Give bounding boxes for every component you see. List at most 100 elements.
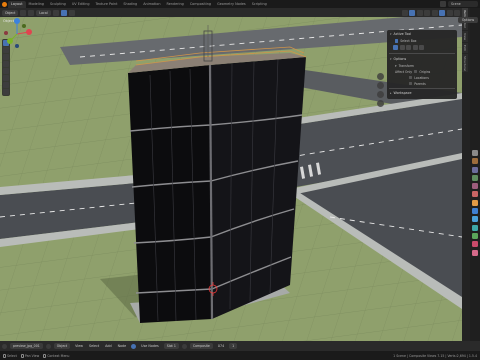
- material-properties-icon[interactable]: [472, 241, 478, 248]
- proportional-edit-icon[interactable]: [68, 9, 75, 16]
- xray-icon[interactable]: [424, 9, 430, 16]
- menu-select[interactable]: Select: [87, 344, 101, 348]
- grid-view-icon[interactable]: [377, 100, 384, 107]
- origins-checkbox[interactable]: [414, 69, 418, 74]
- collapse-arrow-icon: ▸: [390, 91, 392, 95]
- physics-icon[interactable]: [472, 224, 478, 231]
- shading-wireframe-icon[interactable]: [431, 9, 438, 16]
- shading-material-icon[interactable]: [446, 9, 453, 16]
- snap-icon[interactable]: [60, 9, 67, 16]
- parents-checkbox[interactable]: [409, 81, 413, 86]
- expand-arrow-icon: ▾: [390, 32, 392, 36]
- tab-sculpting[interactable]: Sculpting: [47, 1, 69, 8]
- menu-add[interactable]: Add: [103, 344, 113, 348]
- measure-tool-icon[interactable]: [3, 89, 9, 95]
- view-menu-icon[interactable]: [20, 9, 27, 16]
- object-properties-icon[interactable]: [472, 199, 478, 206]
- gizmo-toggle-icon[interactable]: [409, 9, 415, 16]
- select-box-icon: [395, 39, 399, 43]
- options-header[interactable]: ▾ Options: [387, 55, 457, 63]
- origins-label: Origins: [419, 69, 431, 74]
- active-tool-header[interactable]: ▾ Active Tool: [387, 30, 457, 38]
- affect-parents-row[interactable]: Parents: [387, 81, 457, 87]
- workspace-header[interactable]: ▸ Workspace: [387, 89, 457, 97]
- view-layer-icon[interactable]: [472, 174, 478, 181]
- options-button[interactable]: Options: [458, 17, 478, 23]
- mode-extend-icon[interactable]: [399, 45, 405, 50]
- pivot-icon[interactable]: [52, 9, 59, 16]
- world-properties-icon[interactable]: [472, 191, 478, 198]
- image-name[interactable]: preview_jpg_001: [10, 343, 43, 349]
- shading-rendered-icon[interactable]: [454, 9, 460, 16]
- visibility-icon[interactable]: [401, 9, 408, 16]
- workspace-title: Workspace: [393, 91, 412, 95]
- mode-invert-icon[interactable]: [412, 45, 418, 50]
- tab-texture-paint[interactable]: Texture Paint: [93, 1, 121, 8]
- scene-selector[interactable]: Scene: [448, 1, 478, 7]
- expand-arrow-icon: ▾: [395, 63, 397, 68]
- shield-icon[interactable]: [45, 343, 51, 349]
- status-hint-label: Pan View: [24, 353, 40, 358]
- frame-field[interactable]: 1: [229, 343, 238, 349]
- sidebar-tabs: Item Tool View Edit Structural: [462, 8, 470, 341]
- particles-icon[interactable]: [472, 216, 478, 223]
- use-nodes-checkbox[interactable]: [131, 343, 137, 349]
- tab-geometry-nodes[interactable]: Geometry Nodes: [214, 1, 249, 8]
- blender-logo-icon[interactable]: [0, 0, 8, 8]
- navigation-gizmo[interactable]: [0, 17, 34, 51]
- view-layer-icon[interactable]: [181, 343, 187, 349]
- zoom-icon[interactable]: [377, 73, 384, 80]
- gizmo-y-icon: [7, 38, 13, 44]
- render-properties-icon[interactable]: [472, 158, 478, 165]
- selection-mode-icons: [387, 44, 457, 52]
- scene-properties-icon[interactable]: [472, 183, 478, 190]
- mode-selector[interactable]: Object: [2, 9, 19, 16]
- editor-type-icon[interactable]: [2, 343, 7, 349]
- shading-solid-icon[interactable]: [439, 9, 445, 16]
- tab-layout[interactable]: Layout: [8, 0, 26, 8]
- output-properties-icon[interactable]: [472, 166, 478, 173]
- view-layer-selector[interactable]: Composite: [189, 343, 213, 349]
- tab-modeling[interactable]: Modeling: [26, 1, 47, 8]
- transform-tool-icon[interactable]: [3, 75, 9, 81]
- annotate-tool-icon[interactable]: [3, 82, 9, 88]
- move-tool-icon[interactable]: [3, 54, 9, 60]
- locations-checkbox[interactable]: [409, 75, 413, 80]
- rotate-tool-icon[interactable]: [3, 61, 9, 67]
- pan-hand-icon[interactable]: [377, 82, 384, 89]
- scene-icon[interactable]: [440, 1, 446, 7]
- mode-set-icon[interactable]: [393, 45, 398, 50]
- overlay-toggle-icon[interactable]: [416, 9, 423, 16]
- count-label: 074: [217, 344, 225, 348]
- texture-properties-icon[interactable]: [472, 249, 478, 256]
- 3d-viewport[interactable]: Object ▾ Active Tool Select Box ▾ Option…: [0, 17, 462, 341]
- menu-node[interactable]: Node: [116, 344, 129, 348]
- mode-intersect-icon[interactable]: [419, 45, 424, 50]
- select-menu-icon[interactable]: [28, 9, 35, 16]
- constraints-icon[interactable]: [472, 232, 478, 239]
- tab-rendering[interactable]: Rendering: [163, 1, 186, 8]
- viewport-header: Object Local: [0, 8, 462, 17]
- bottom-mode-selector[interactable]: Object: [53, 343, 71, 349]
- tool-properties-icon[interactable]: [472, 150, 478, 156]
- menu-view[interactable]: View: [73, 344, 85, 348]
- expand-arrow-icon: ▾: [390, 56, 392, 61]
- status-hint: Context Menu: [43, 353, 69, 358]
- tab-animation[interactable]: Animation: [140, 1, 163, 8]
- sidebar-tab-edit[interactable]: Edit: [462, 42, 468, 53]
- scale-tool-icon[interactable]: [3, 68, 9, 74]
- transform-orientation-selector[interactable]: Local: [36, 9, 51, 16]
- gizmo-z-icon: [14, 18, 20, 24]
- tab-shading[interactable]: Shading: [120, 1, 140, 8]
- active-tool-title: Active Tool: [393, 32, 412, 36]
- modifier-properties-icon[interactable]: [472, 208, 478, 215]
- locations-label: Locations: [414, 75, 429, 80]
- tab-scripting[interactable]: Scripting: [249, 1, 270, 8]
- tab-compositing[interactable]: Compositing: [187, 1, 214, 8]
- camera-view-icon[interactable]: [377, 91, 384, 98]
- mode-subtract-icon[interactable]: [406, 45, 411, 50]
- tab-uv-editing[interactable]: UV Editing: [69, 1, 93, 8]
- slot-selector[interactable]: Slot 1: [163, 343, 179, 349]
- sidebar-tab-view[interactable]: View: [462, 30, 468, 42]
- sidebar-tab-structural[interactable]: Structural: [462, 53, 468, 73]
